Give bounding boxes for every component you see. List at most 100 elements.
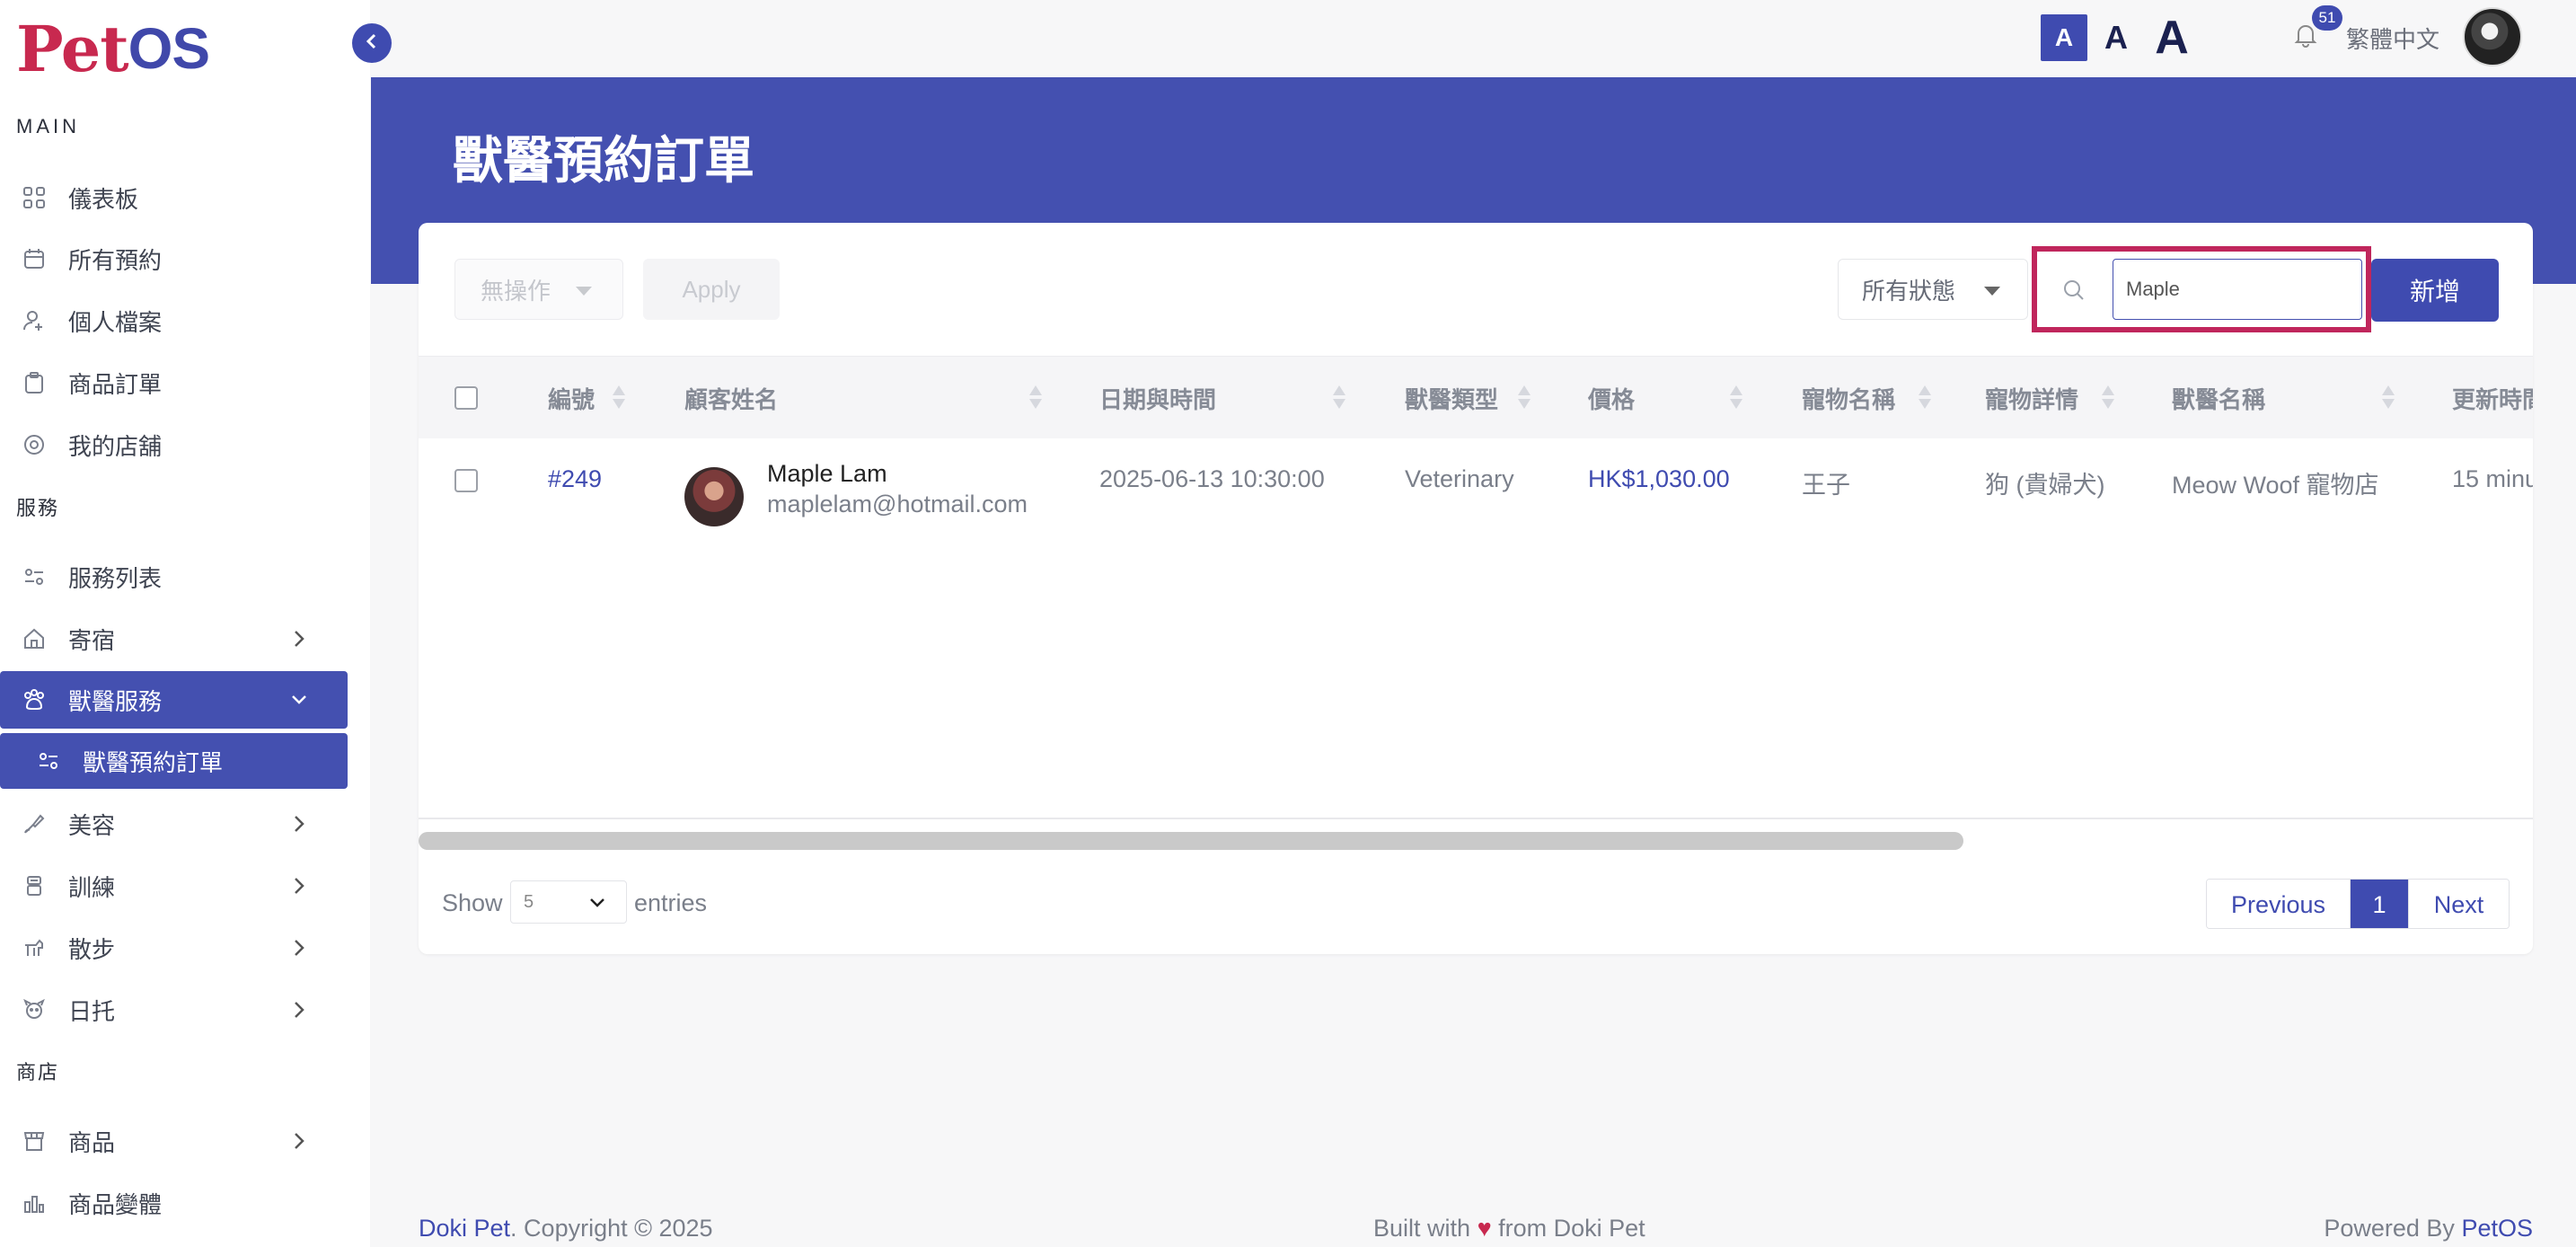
sidebar-item-products[interactable]: 商品 bbox=[0, 1112, 348, 1170]
order-id-link[interactable]: #249 bbox=[548, 465, 602, 493]
font-size-medium-button[interactable]: A bbox=[2098, 14, 2134, 61]
sidebar-item-profile[interactable]: 個人檔案 bbox=[0, 292, 348, 349]
select-all-checkbox[interactable] bbox=[454, 386, 478, 410]
sidebar-item-product-variants[interactable]: 商品變體 bbox=[0, 1174, 348, 1232]
footer-built-prefix: Built with bbox=[1373, 1215, 1471, 1242]
sidebar-item-label: 商品 bbox=[68, 1128, 116, 1156]
language-switcher[interactable]: 繁體中文 bbox=[2346, 22, 2439, 55]
column-header-updated[interactable]: 更新時間 bbox=[2452, 357, 2533, 439]
bulk-action-value: 無操作 bbox=[481, 277, 551, 305]
sidebar-item-dashboard[interactable]: 儀表板 bbox=[0, 169, 348, 226]
sidebar-item-grooming[interactable]: 美容 bbox=[0, 795, 348, 853]
column-header-price[interactable]: 價格 bbox=[1588, 357, 1635, 439]
table-row[interactable]: #249 Maple Lam maplelam@hotmail.com 2025… bbox=[419, 438, 2533, 537]
sidebar-item-my-store[interactable]: 我的店舖 bbox=[0, 416, 348, 473]
page-size-select[interactable]: 5 bbox=[510, 880, 627, 924]
section-main-label: MAIN bbox=[16, 115, 80, 137]
footer-copyright: Doki Pet. Copyright © 2025 bbox=[419, 1215, 713, 1243]
caret-down-icon bbox=[576, 287, 592, 296]
user-avatar[interactable] bbox=[2463, 7, 2522, 66]
footer-built-with: Built with ♥ from Doki Pet bbox=[1373, 1215, 1645, 1243]
sidebar-item-label: 服務列表 bbox=[68, 564, 163, 592]
row-checkbox[interactable] bbox=[454, 469, 478, 492]
column-header-id[interactable]: 編號 bbox=[548, 357, 595, 439]
sliders-icon bbox=[22, 564, 47, 589]
petos-logo[interactable]: Pet OS bbox=[16, 12, 210, 86]
add-button[interactable]: 新增 bbox=[2371, 259, 2499, 322]
column-header-vet-type[interactable]: 獸醫類型 bbox=[1405, 357, 1498, 439]
column-header-pet-name[interactable]: 寵物名稱 bbox=[1802, 357, 1895, 439]
sidebar-item-label: 訓練 bbox=[68, 873, 116, 901]
home-icon bbox=[22, 626, 47, 651]
column-header-label: 獸醫類型 bbox=[1405, 385, 1499, 413]
footer-company-link[interactable]: Doki Pet bbox=[419, 1215, 510, 1242]
updated-time: 15 minu bbox=[2452, 465, 2533, 492]
sidebar-item-all-bookings[interactable]: 所有預約 bbox=[0, 230, 348, 287]
chevron-right-icon bbox=[287, 935, 312, 960]
orders-table: 編號 顧客姓名 日期與時間 獸醫類型 價格 寵物名稱 寵物詳情 獸醫名稱 更新時… bbox=[419, 356, 2533, 819]
chevron-down-icon bbox=[287, 687, 312, 712]
footer-petos-link[interactable]: PetOS bbox=[2461, 1215, 2533, 1242]
sort-icon[interactable] bbox=[613, 385, 625, 411]
page-size-value: 5 bbox=[524, 891, 534, 912]
column-header-pet-detail[interactable]: 寵物詳情 bbox=[1985, 357, 2078, 439]
store-badge-icon bbox=[22, 432, 47, 457]
page-title: 獸醫預約訂單 bbox=[453, 132, 754, 189]
customer-avatar bbox=[684, 467, 744, 526]
sidebar-item-boarding[interactable]: 寄宿 bbox=[0, 610, 348, 668]
font-size-small-button[interactable]: A bbox=[2041, 14, 2087, 61]
sort-icon[interactable] bbox=[1730, 385, 1742, 411]
sidebar-item-service-list[interactable]: 服務列表 bbox=[0, 548, 348, 606]
orders-card: 無操作 Apply 所有狀態 新增 編號 顧客姓名 日期與時間 獸醫類型 價格 … bbox=[419, 223, 2533, 954]
search-icon bbox=[2062, 279, 2087, 304]
sidebar-item-label: 美容 bbox=[68, 811, 116, 839]
apply-button[interactable]: Apply bbox=[643, 259, 780, 320]
sidebar-item-label: 獸醫預約訂單 bbox=[83, 748, 224, 776]
sidebar-item-vet-services[interactable]: 獸醫服務 bbox=[0, 671, 348, 729]
sidebar-item-label: 個人檔案 bbox=[68, 308, 163, 336]
sort-icon[interactable] bbox=[2102, 385, 2114, 411]
sort-icon[interactable] bbox=[1029, 385, 1042, 411]
sort-icon[interactable] bbox=[1333, 385, 1345, 411]
bulk-action-select[interactable]: 無操作 bbox=[454, 259, 623, 320]
sort-icon[interactable] bbox=[2382, 385, 2395, 411]
page-1-button[interactable]: 1 bbox=[2351, 880, 2408, 928]
sidebar-item-walking[interactable]: 散步 bbox=[0, 919, 348, 977]
search-highlight-box bbox=[2032, 246, 2371, 332]
font-size-large-button[interactable]: A bbox=[2148, 12, 2195, 64]
search-input[interactable] bbox=[2113, 259, 2362, 320]
table-header-row: 編號 顧客姓名 日期與時間 獸醫類型 價格 寵物名稱 寵物詳情 獸醫名稱 更新時… bbox=[419, 356, 2533, 438]
footer: Doki Pet. Copyright © 2025 Built with ♥ … bbox=[371, 1197, 2576, 1247]
vet-name: Meow Woof 寵物店 bbox=[2172, 472, 2379, 499]
column-header-vet-name[interactable]: 獸醫名稱 bbox=[2172, 357, 2265, 439]
column-header-label: 編號 bbox=[548, 385, 595, 413]
calendar-icon bbox=[22, 246, 47, 271]
sort-icon[interactable] bbox=[1518, 385, 1531, 411]
chevron-right-icon bbox=[287, 873, 312, 898]
sidebar-item-daycare[interactable]: 日托 bbox=[0, 981, 348, 1039]
sidebar-item-label: 我的店舖 bbox=[68, 432, 163, 460]
heart-icon: ♥ bbox=[1477, 1215, 1492, 1242]
column-header-label: 寵物詳情 bbox=[1985, 385, 2079, 413]
horizontal-scrollbar[interactable] bbox=[419, 832, 1963, 850]
sidebar-item-product-orders[interactable]: 商品訂單 bbox=[0, 354, 348, 411]
column-header-customer[interactable]: 顧客姓名 bbox=[684, 357, 778, 439]
column-header-label: 顧客姓名 bbox=[684, 385, 779, 413]
sort-icon[interactable] bbox=[1919, 385, 1931, 411]
sidebar-collapse-button[interactable] bbox=[352, 23, 392, 63]
column-header-datetime[interactable]: 日期與時間 bbox=[1099, 357, 1216, 439]
chevron-right-icon bbox=[287, 811, 312, 836]
section-services-label: 服務 bbox=[16, 497, 60, 519]
sidebar-item-label: 日托 bbox=[68, 997, 116, 1025]
sidebar-item-label: 所有預約 bbox=[68, 246, 163, 274]
sidebar-item-vet-orders[interactable]: 獸醫預約訂單 bbox=[0, 733, 348, 789]
customer-email: maplelam@hotmail.com bbox=[767, 491, 1028, 517]
user-plus-icon bbox=[22, 308, 47, 333]
sidebar-item-training[interactable]: 訓練 bbox=[0, 857, 348, 915]
status-filter-select[interactable]: 所有狀態 bbox=[1838, 259, 2028, 320]
next-page-button[interactable]: Next bbox=[2408, 880, 2509, 928]
previous-page-button[interactable]: Previous bbox=[2207, 880, 2351, 928]
section-shop-label: 商店 bbox=[16, 1061, 60, 1083]
column-header-label: 更新時間 bbox=[2452, 385, 2533, 413]
pagination: Previous 1 Next bbox=[2206, 879, 2510, 929]
